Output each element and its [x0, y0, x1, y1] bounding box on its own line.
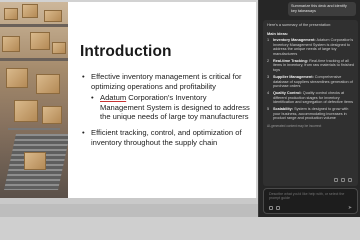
sub-bullet-item: Adatum Corporation's Inventory Managemen…: [91, 93, 252, 122]
prompt-composer[interactable]: ➤: [263, 188, 358, 214]
attach-icon[interactable]: [276, 206, 280, 210]
user-prompt-bubble: Summarize this deck and identify key tak…: [288, 2, 356, 16]
prompt-input[interactable]: [269, 192, 353, 201]
copy-icon[interactable]: [334, 178, 338, 182]
idea-item: 2 Real-time Tracking: Real-time tracking…: [267, 58, 354, 72]
copilot-response: Here's a summary of the presentation: Ma…: [263, 20, 358, 186]
response-actions: [334, 178, 352, 182]
main-ideas-heading: Main ideas:: [267, 30, 289, 36]
slide-title[interactable]: Introduction: [80, 43, 172, 61]
thumbs-up-icon[interactable]: [341, 178, 345, 182]
send-icon[interactable]: ➤: [347, 205, 353, 211]
bullet-item: Effective inventory management is critic…: [82, 72, 252, 91]
idea-item: 5 Scalability: System is designed to gro…: [267, 107, 349, 121]
slide-thumbnail-rail[interactable]: [0, 204, 258, 217]
idea-item: 1 Inventory Management: Adatum Corporati…: [267, 37, 354, 56]
company-name: Adatum: [100, 93, 127, 103]
ai-disclaimer: AI-generated content may be incorrect: [267, 124, 322, 129]
thumbs-down-icon[interactable]: [348, 178, 352, 182]
slide-area: Introduction Effective inventory managem…: [0, 0, 258, 217]
copilot-pane: Summarize this deck and identify key tak…: [258, 0, 360, 217]
prompt-guide-icon[interactable]: [269, 206, 273, 210]
idea-item: 3 Supplier Management: Comprehensive dat…: [267, 74, 353, 89]
response-intro: Here's a summary of the presentation:: [267, 23, 332, 27]
idea-item: 4 Quality Control: Quality control check…: [267, 91, 353, 105]
slide[interactable]: Introduction Effective inventory managem…: [0, 2, 256, 198]
warehouse-photo: [0, 2, 68, 198]
slide-bullets[interactable]: Effective inventory management is critic…: [82, 72, 252, 147]
bullet-item: Efficient tracking, control, and optimiz…: [82, 128, 252, 147]
